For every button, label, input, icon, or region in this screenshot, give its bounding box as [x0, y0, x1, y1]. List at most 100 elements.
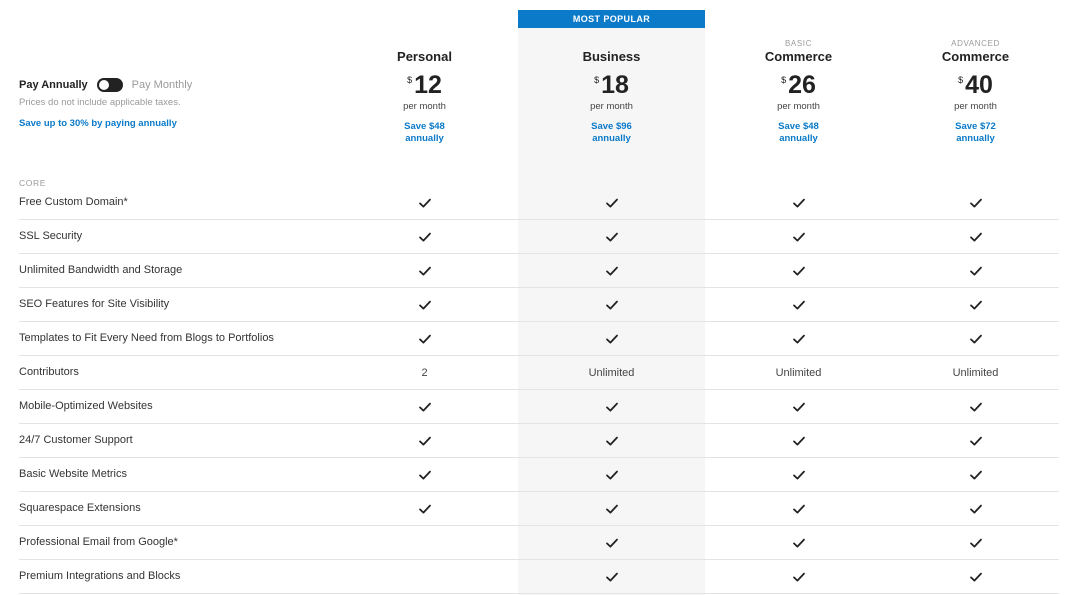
checkmark-icon: [705, 424, 892, 457]
plan-subtitle: [331, 38, 518, 49]
savings-amount: Save $48: [404, 121, 445, 132]
billing-toggle-switch[interactable]: [96, 78, 123, 92]
plan-price: $12: [331, 71, 518, 101]
checkmark-icon: [518, 254, 705, 287]
checkmark-icon: [331, 288, 518, 321]
feature-row: 24/7 Customer Support: [19, 424, 1059, 458]
plan-name: Commerce: [941, 49, 1010, 64]
feature-value: 2: [421, 366, 428, 379]
checkmark-icon: [882, 288, 1067, 321]
savings-amount: Save $96: [591, 121, 632, 132]
plan-savings: Save $72 annually: [882, 121, 1067, 145]
checkmark-icon: [882, 458, 1067, 491]
price-period: per month: [590, 101, 633, 112]
checkmark-icon: [331, 322, 518, 355]
feature-row: Contributors 2 Unlimited Unlimited Unlimited: [19, 356, 1059, 390]
checkmark-icon: [705, 390, 892, 423]
feature-name: Unlimited Bandwidth and Storage: [19, 264, 183, 276]
checkmark-icon: [518, 186, 705, 219]
price-amount: 12: [414, 71, 442, 99]
tax-note: Prices do not include applicable taxes.: [19, 97, 181, 108]
savings-period: annually: [592, 133, 631, 144]
checkmark-icon: [331, 458, 518, 491]
pay-annually-label[interactable]: Pay Annually: [19, 79, 88, 91]
checkmark-icon: [331, 254, 518, 287]
plan-0: Personal $12 per month Save $48 annually: [331, 38, 518, 145]
price-period: per month: [954, 101, 997, 112]
checkmark-icon: [882, 560, 1067, 593]
checkmark-icon: [882, 526, 1067, 559]
checkmark-icon: [331, 424, 518, 457]
currency-symbol: $: [958, 75, 964, 85]
checkmark-icon: [882, 492, 1067, 525]
billing-toggle: Pay Annually Pay Monthly: [19, 78, 192, 92]
empty-cell: [331, 560, 518, 593]
checkmark-icon: [882, 254, 1067, 287]
checkmark-icon: [882, 390, 1067, 423]
feature-row: Unlimited Bandwidth and Storage: [19, 254, 1059, 288]
savings-period: annually: [956, 133, 995, 144]
feature-name: Mobile-Optimized Websites: [19, 400, 153, 412]
checkmark-icon: [331, 492, 518, 525]
most-popular-banner: MOST POPULAR: [518, 10, 705, 28]
pay-monthly-label[interactable]: Pay Monthly: [132, 79, 193, 91]
feature-value: Unlimited: [775, 366, 822, 379]
checkmark-icon: [331, 220, 518, 253]
feature-row: Mobile-Optimized Websites: [19, 390, 1059, 424]
checkmark-icon: [882, 424, 1067, 457]
plan-savings: Save $48 annually: [331, 121, 518, 145]
checkmark-icon: [705, 186, 892, 219]
feature-row: Basic Website Metrics: [19, 458, 1059, 492]
plan-savings: Save $48 annually: [705, 121, 892, 145]
empty-cell: [331, 526, 518, 559]
plan-3: ADVANCED Commerce $40 per month Save $72 annu…: [882, 38, 1067, 145]
feature-name: Professional Email from Google*: [19, 536, 178, 548]
plan-price: $40: [882, 71, 1067, 101]
plan-subtitle: ADVANCED: [951, 39, 1000, 48]
feature-row: Free Custom Domain*: [19, 186, 1059, 220]
currency-symbol: $: [594, 75, 600, 85]
feature-name: Premium Integrations and Blocks: [19, 570, 181, 582]
currency-symbol: $: [781, 75, 787, 85]
plan-name: Business: [582, 49, 641, 64]
feature-row: SEO Features for Site Visibility: [19, 288, 1059, 322]
feature-row: Premium Integrations and Blocks: [19, 560, 1059, 594]
feature-name: Free Custom Domain*: [19, 196, 128, 208]
plan-name: Personal: [397, 49, 452, 64]
plan-name: Commerce: [764, 49, 833, 64]
feature-row: Templates to Fit Every Need from Blogs t…: [19, 322, 1059, 356]
annual-savings-note: Save up to 30% by paying annually: [19, 118, 177, 129]
savings-amount: Save $48: [778, 121, 819, 132]
plan-subtitle: [518, 38, 705, 49]
checkmark-icon: [705, 560, 892, 593]
checkmark-icon: [518, 526, 705, 559]
checkmark-icon: [518, 322, 705, 355]
feature-name: Templates to Fit Every Need from Blogs t…: [19, 332, 274, 344]
plan-price: $18: [518, 71, 705, 101]
feature-table: Free Custom Domain* SSL Security Unlimited…: [19, 186, 1059, 594]
feature-name: 24/7 Customer Support: [19, 434, 133, 446]
feature-row: Squarespace Extensions: [19, 492, 1059, 526]
feature-name: SSL Security: [19, 230, 83, 242]
checkmark-icon: [705, 288, 892, 321]
checkmark-icon: [705, 322, 892, 355]
plan-price: $26: [705, 71, 892, 101]
toggle-knob: [98, 80, 109, 90]
checkmark-icon: [331, 390, 518, 423]
feature-row: SSL Security: [19, 220, 1059, 254]
savings-amount: Save $72: [955, 121, 996, 132]
feature-name: Contributors: [19, 366, 79, 378]
feature-name: Basic Website Metrics: [19, 468, 127, 480]
checkmark-icon: [518, 492, 705, 525]
checkmark-icon: [331, 186, 518, 219]
savings-period: annually: [405, 133, 444, 144]
checkmark-icon: [518, 390, 705, 423]
checkmark-icon: [705, 492, 892, 525]
checkmark-icon: [518, 288, 705, 321]
checkmark-icon: [518, 458, 705, 491]
feature-name: Squarespace Extensions: [19, 502, 141, 514]
checkmark-icon: [882, 322, 1067, 355]
checkmark-icon: [518, 424, 705, 457]
checkmark-icon: [705, 254, 892, 287]
checkmark-icon: [705, 458, 892, 491]
